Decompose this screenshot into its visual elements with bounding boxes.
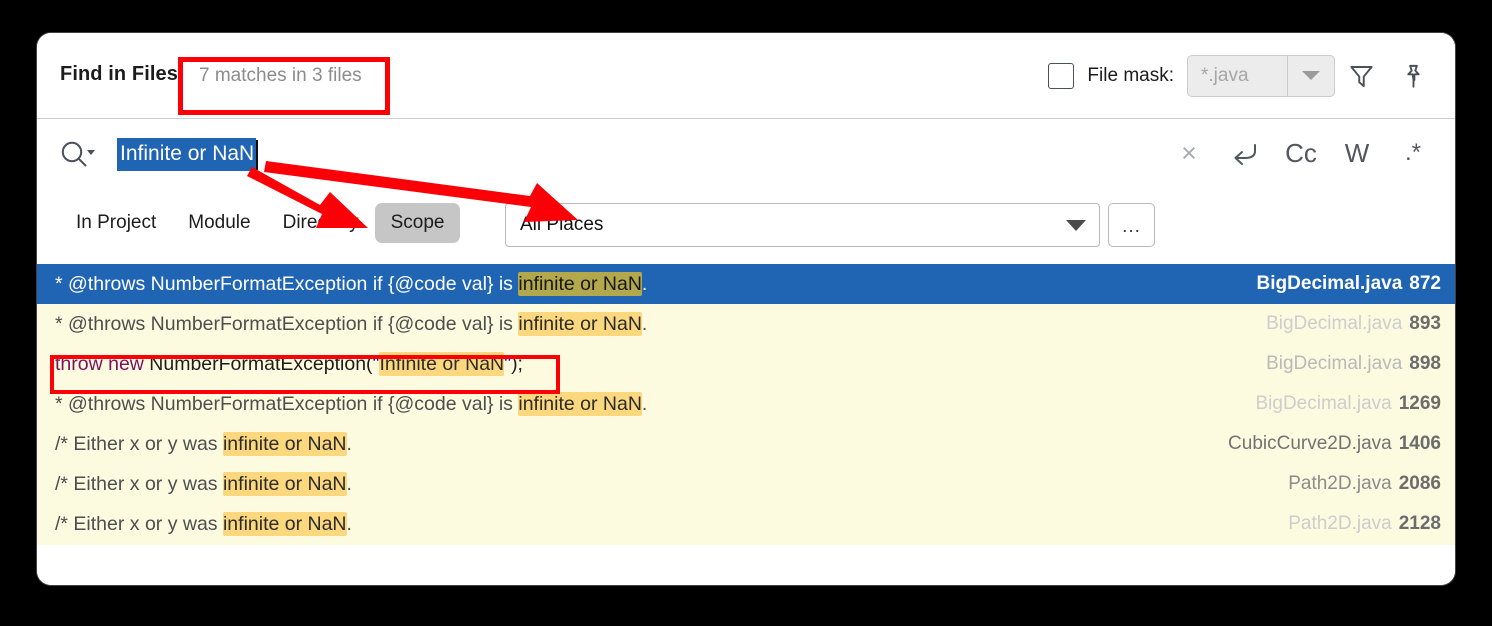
more-options-button[interactable]: ...	[1108, 203, 1155, 247]
code-text: );	[511, 352, 523, 375]
result-text: * @throws NumberFormatException if {@cod…	[55, 311, 648, 336]
result-suffix: .	[346, 472, 352, 495]
search-input-value: Infinite or NaN	[117, 138, 257, 171]
filter-icon	[1349, 65, 1373, 87]
clear-search-button[interactable]: ×	[1161, 138, 1217, 169]
result-text: /* Either x or y was infinite or NaN.	[55, 431, 352, 456]
scope-select-arrow[interactable]	[1053, 219, 1099, 231]
match-highlight: infinite or NaN	[518, 271, 642, 296]
file-mask-label: File mask:	[1087, 64, 1174, 86]
match-highlight: infinite or NaN	[222, 471, 347, 496]
result-suffix: .	[346, 512, 352, 535]
page-title: Find in Files	[60, 63, 178, 85]
scope-select[interactable]: All Places	[505, 203, 1100, 247]
table-row[interactable]: /* Either x or y was infinite or NaN. Pat…	[37, 504, 1455, 544]
scope-tabs: In Project Module Directory Scope	[60, 203, 461, 243]
result-line-number: 2086	[1398, 473, 1441, 494]
result-line-number: 893	[1409, 313, 1441, 334]
scope-row: In Project Module Directory Scope All Pl…	[37, 189, 1455, 263]
tab-module[interactable]: Module	[172, 203, 266, 243]
search-options: × Cc W .*	[1161, 119, 1441, 187]
chevron-down-icon	[1302, 71, 1320, 80]
code-text: NumberFormatException(	[143, 352, 373, 375]
match-highlight: Infinite or NaN	[379, 351, 505, 376]
table-row[interactable]: * @throws NumberFormatException if {@cod…	[37, 264, 1455, 304]
result-suffix: .	[641, 392, 648, 415]
result-line-number: 872	[1409, 273, 1441, 294]
filter-button[interactable]	[1335, 62, 1387, 90]
search-input[interactable]: Infinite or NaN	[117, 138, 259, 171]
match-highlight: infinite or NaN	[222, 431, 347, 456]
table-row[interactable]: * @throws NumberFormatException if {@cod…	[37, 304, 1455, 344]
result-prefix: /* Either x or y was	[55, 472, 223, 495]
match-case-label: Cc	[1285, 137, 1317, 168]
match-highlight: infinite or NaN	[518, 391, 642, 416]
result-prefix: * @throws NumberFormatException if {@cod…	[55, 272, 519, 295]
result-file-name: BigDecimal.java	[1266, 313, 1403, 334]
whole-words-button[interactable]: W	[1329, 138, 1385, 169]
result-line-number: 1269	[1398, 393, 1441, 414]
results-list[interactable]: * @throws NumberFormatException if {@cod…	[37, 264, 1455, 545]
window-header: Find in Files 7 matches in 3 files File …	[37, 33, 1455, 119]
result-line-number: 1406	[1398, 433, 1441, 454]
whole-words-label: W	[1344, 137, 1370, 168]
scope-select-value: All Places	[520, 214, 604, 235]
find-in-files-window: Find in Files 7 matches in 3 files File …	[37, 33, 1455, 585]
result-prefix: /* Either x or y was	[55, 512, 223, 535]
result-file-name: BigDecimal.java	[1266, 353, 1403, 374]
result-line-number: 2128	[1398, 513, 1441, 534]
header-right-controls: File mask: *.java	[1048, 33, 1439, 118]
result-text: throw new NumberFormatException("Infinit…	[55, 351, 523, 376]
regex-label: .*	[1404, 139, 1421, 166]
search-mode-button[interactable]	[59, 139, 95, 174]
result-suffix: .	[346, 432, 352, 455]
result-prefix: /* Either x or y was	[55, 432, 223, 455]
pin-icon	[1406, 64, 1420, 88]
screenshot-root: Find in Files 7 matches in 3 files File …	[0, 0, 1492, 626]
file-mask-checkbox[interactable]	[1048, 62, 1075, 89]
result-file-name: BigDecimal.java	[1256, 273, 1403, 294]
result-file-name: Path2D.java	[1288, 513, 1392, 534]
result-text: /* Either x or y was infinite or NaN.	[55, 471, 352, 496]
code-keyword: throw new	[55, 352, 144, 375]
pin-button[interactable]	[1387, 62, 1439, 90]
result-file-name: BigDecimal.java	[1255, 393, 1392, 414]
search-icon	[61, 141, 95, 167]
tab-scope[interactable]: Scope	[374, 203, 461, 243]
file-mask-combo[interactable]: *.java	[1187, 54, 1335, 97]
result-suffix: .	[641, 272, 648, 295]
result-text: * @throws NumberFormatException if {@cod…	[55, 271, 648, 296]
search-row: Infinite or NaN × Cc W .*	[37, 119, 1455, 275]
match-highlight: infinite or NaN	[222, 511, 347, 536]
match-case-button[interactable]: Cc	[1273, 138, 1329, 169]
return-arrow-icon	[1234, 144, 1256, 165]
chevron-down-icon	[1066, 219, 1086, 231]
regex-button[interactable]: .*	[1385, 139, 1441, 167]
result-file-name: Path2D.java	[1288, 473, 1392, 494]
match-highlight: infinite or NaN	[518, 311, 642, 336]
result-text: /* Either x or y was infinite or NaN.	[55, 511, 352, 536]
new-line-button[interactable]	[1217, 140, 1273, 166]
table-row[interactable]: throw new NumberFormatException("Infinit…	[37, 344, 1455, 384]
table-row[interactable]: /* Either x or y was infinite or NaN. Cub…	[37, 424, 1455, 464]
result-prefix: * @throws NumberFormatException if {@cod…	[55, 312, 519, 335]
result-text: * @throws NumberFormatException if {@cod…	[55, 391, 648, 416]
file-mask-value: *.java	[1201, 64, 1249, 86]
close-icon: ×	[1181, 137, 1197, 168]
file-mask-dropdown-arrow[interactable]	[1287, 55, 1334, 96]
result-prefix: * @throws NumberFormatException if {@cod…	[55, 392, 519, 415]
result-line-number: 898	[1409, 353, 1441, 374]
window-footer	[37, 545, 1455, 585]
table-row[interactable]: /* Either x or y was infinite or NaN. Pat…	[37, 464, 1455, 504]
text-caret	[256, 139, 259, 170]
tab-in-project[interactable]: In Project	[60, 203, 172, 243]
tab-directory[interactable]: Directory	[267, 203, 375, 243]
result-suffix: .	[641, 312, 648, 335]
table-row[interactable]: * @throws NumberFormatException if {@cod…	[37, 384, 1455, 424]
result-file-name: CubicCurve2D.java	[1228, 433, 1392, 454]
match-summary: 7 matches in 3 files	[199, 65, 362, 86]
